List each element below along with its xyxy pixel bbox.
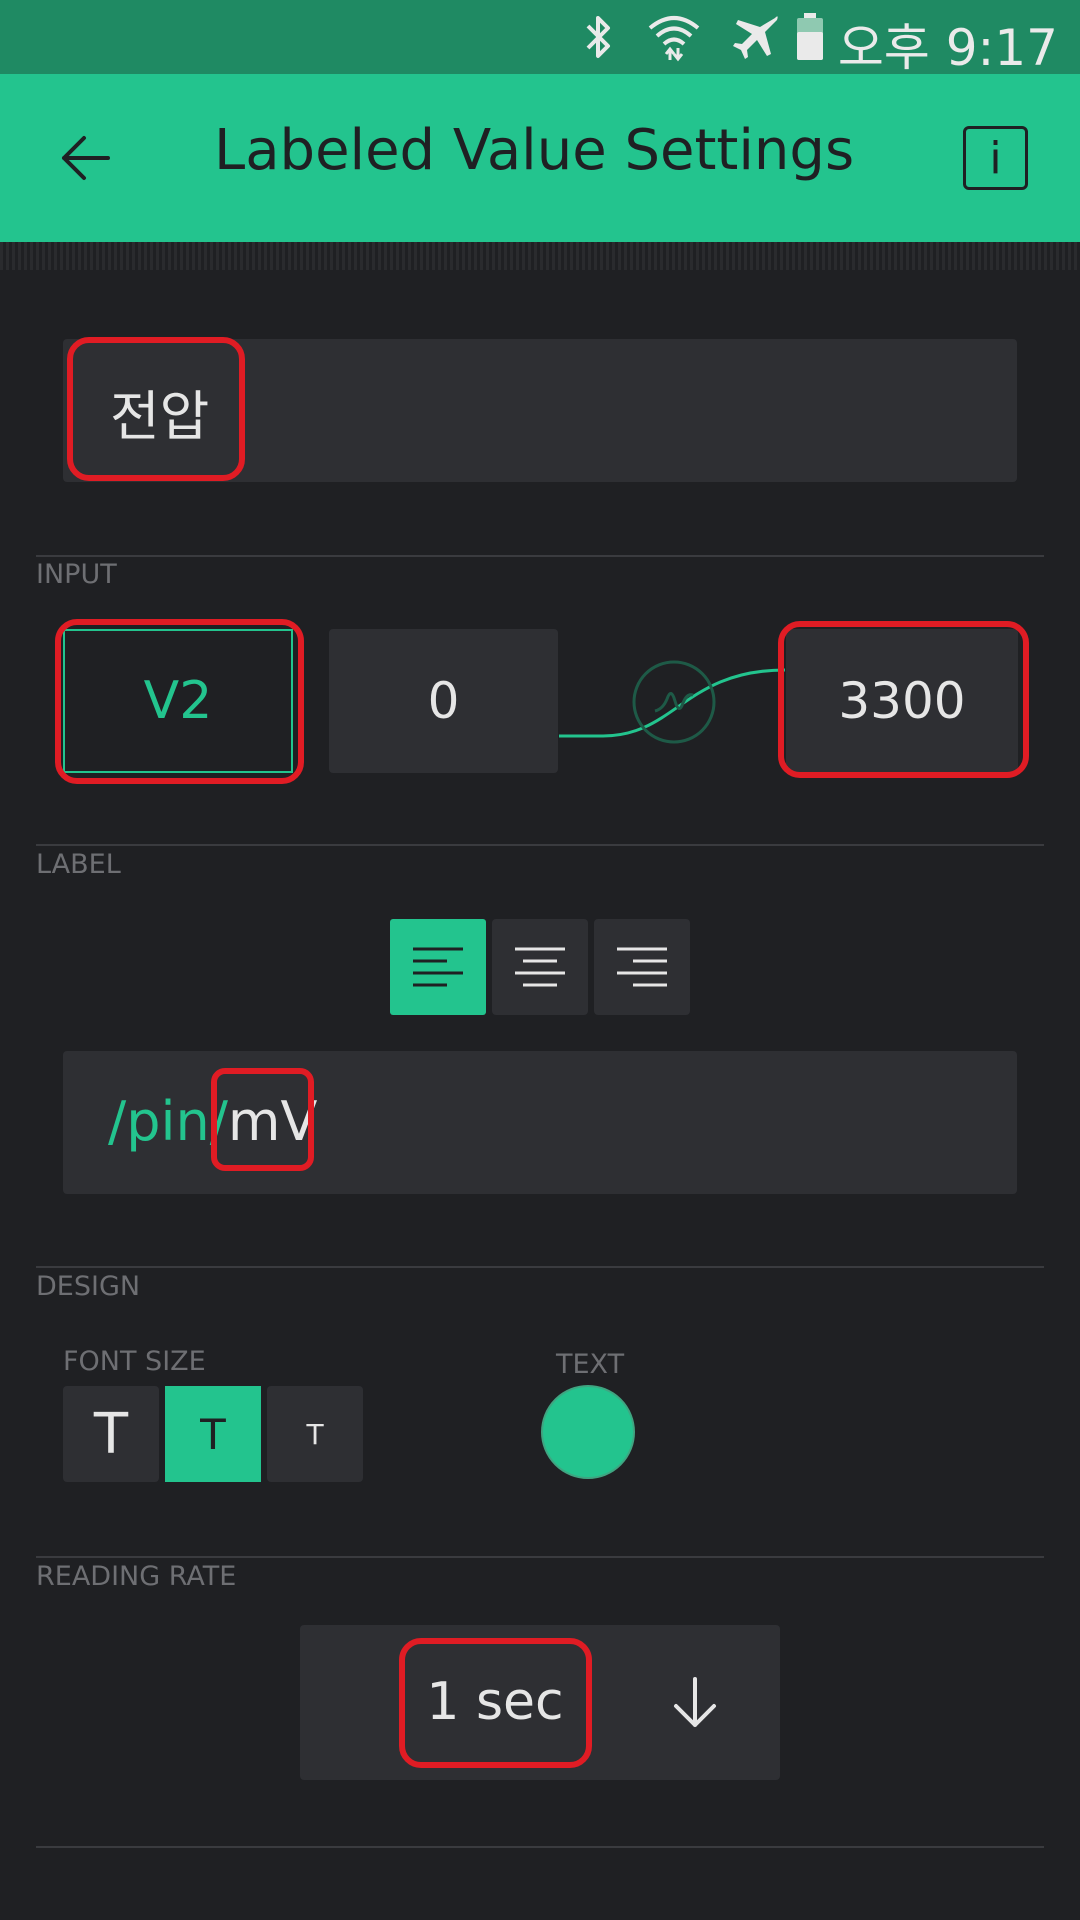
- section-label-design: DESIGN: [36, 1271, 141, 1302]
- highlight-box-widget-name: [67, 337, 245, 481]
- min-value: 0: [427, 672, 460, 730]
- section-label-label: LABEL: [36, 849, 121, 880]
- font-size-medium-button[interactable]: T: [165, 1386, 261, 1482]
- battery-icon: [794, 12, 826, 62]
- label-prefix: /pin/: [108, 1090, 228, 1153]
- text-color-swatch[interactable]: [541, 1385, 635, 1479]
- status-time: 오후 9:17: [837, 19, 1058, 77]
- divider: [36, 844, 1044, 846]
- section-label-input: INPUT: [36, 559, 117, 590]
- section-label-reading-rate: READING RATE: [36, 1561, 237, 1592]
- align-left-button[interactable]: [390, 919, 486, 1015]
- highlight-box-pin: [55, 619, 304, 784]
- airplane-icon: [728, 12, 784, 62]
- align-center-button[interactable]: [492, 919, 588, 1015]
- font-size-label: FONT SIZE: [63, 1346, 206, 1377]
- font-size-small-button[interactable]: T: [267, 1386, 363, 1482]
- highlight-box-suffix: [211, 1068, 314, 1171]
- text-color-label: TEXT: [556, 1349, 625, 1380]
- highlight-box-reading-rate: [399, 1638, 592, 1768]
- highlight-box-max: [778, 621, 1029, 778]
- align-right-icon: [617, 947, 667, 987]
- divider: [36, 1556, 1044, 1558]
- back-arrow-icon[interactable]: [58, 131, 112, 185]
- align-center-icon: [515, 947, 565, 987]
- font-size-medium-glyph: T: [200, 1409, 226, 1459]
- wifi-icon: [644, 12, 704, 62]
- chevron-down-icon[interactable]: [672, 1677, 718, 1733]
- header-shadow-strip: [0, 242, 1080, 270]
- page-title: Labeled Value Settings: [214, 118, 855, 183]
- info-button[interactable]: i: [963, 126, 1028, 190]
- divider: [36, 555, 1044, 557]
- divider: [36, 1266, 1044, 1268]
- font-size-large-glyph: T: [93, 1401, 129, 1467]
- min-value-field[interactable]: 0: [329, 629, 558, 773]
- divider: [36, 1846, 1044, 1848]
- align-left-icon: [413, 947, 463, 987]
- font-size-large-button[interactable]: T: [63, 1386, 159, 1482]
- bluetooth-icon: [578, 12, 620, 62]
- align-right-button[interactable]: [594, 919, 690, 1015]
- mapping-curve-icon[interactable]: [555, 655, 795, 755]
- font-size-small-glyph: T: [306, 1417, 324, 1451]
